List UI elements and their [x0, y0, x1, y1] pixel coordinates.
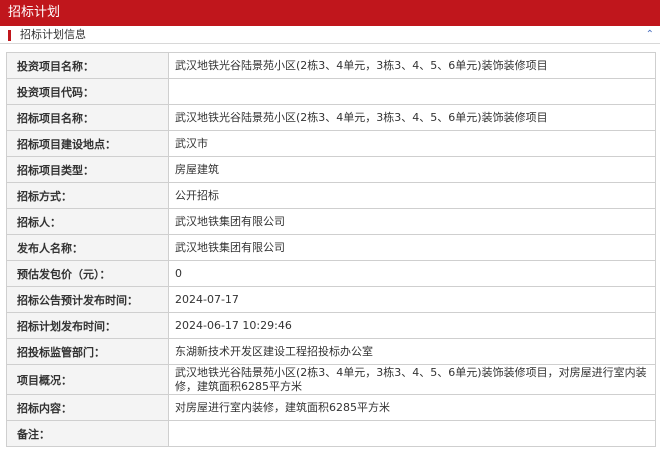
row-label: 招标计划发布时间： [6, 312, 169, 339]
table-row: 投资项目名称： 武汉地铁光谷陆景苑小区(2栋3、4单元，3栋3、4、5、6单元)装… [6, 52, 656, 79]
table-row: 招标方式： 公开招标 [6, 182, 656, 209]
table-row: 备注： [6, 420, 656, 447]
page-header: 招标计划 [0, 0, 660, 26]
table-row: 项目概况： 武汉地铁光谷陆景苑小区(2栋3、4单元，3栋3、4、5、6单元)装饰装… [6, 364, 656, 395]
row-value: 公开招标 [168, 182, 656, 209]
info-table-wrapper: 投资项目名称： 武汉地铁光谷陆景苑小区(2栋3、4单元，3栋3、4、5、6单元)装… [6, 52, 656, 447]
row-value: 2024-06-17 10:29:46 [168, 312, 656, 339]
row-label: 投资项目代码： [6, 78, 169, 105]
row-label: 招标人： [6, 208, 169, 235]
row-label: 招标项目建设地点： [6, 130, 169, 157]
row-label: 投资项目名称： [6, 52, 169, 79]
section-marker [8, 30, 11, 41]
row-label: 预估发包价（元）： [6, 260, 169, 287]
row-label: 招标项目名称： [6, 104, 169, 131]
section-header: 招标计划信息 ⌃ [0, 26, 660, 44]
row-value: 东湖新技术开发区建设工程招投标办公室 [168, 338, 656, 365]
row-value: 武汉地铁光谷陆景苑小区(2栋3、4单元，3栋3、4、5、6单元)装饰装修项目，对… [168, 364, 656, 395]
table-row: 招标公告预计发布时间： 2024-07-17 [6, 286, 656, 313]
row-label: 招标项目类型： [6, 156, 169, 183]
row-label: 招标内容： [6, 394, 169, 421]
row-value: 对房屋进行室内装修，建筑面积6285平方米 [168, 394, 656, 421]
section-title: 招标计划信息 [20, 28, 86, 41]
row-value: 2024-07-17 [168, 286, 656, 313]
info-table: 投资项目名称： 武汉地铁光谷陆景苑小区(2栋3、4单元，3栋3、4、5、6单元)装… [6, 52, 656, 447]
table-row: 招标项目类型： 房屋建筑 [6, 156, 656, 183]
row-value: 武汉地铁集团有限公司 [168, 234, 656, 261]
table-row: 招标计划发布时间： 2024-06-17 10:29:46 [6, 312, 656, 339]
row-label: 招标方式： [6, 182, 169, 209]
row-label: 招投标监管部门： [6, 338, 169, 365]
table-row: 招标项目建设地点： 武汉市 [6, 130, 656, 157]
row-value: 武汉地铁集团有限公司 [168, 208, 656, 235]
row-value [168, 420, 656, 447]
page-title: 招标计划 [8, 5, 61, 20]
table-row: 投资项目代码： [6, 78, 656, 105]
table-row: 招标人： 武汉地铁集团有限公司 [6, 208, 656, 235]
row-value [168, 78, 656, 105]
row-value: 武汉地铁光谷陆景苑小区(2栋3、4单元，3栋3、4、5、6单元)装饰装修项目 [168, 52, 656, 79]
table-row: 招标项目名称： 武汉地铁光谷陆景苑小区(2栋3、4单元，3栋3、4、5、6单元)装… [6, 104, 656, 131]
table-row: 招投标监管部门： 东湖新技术开发区建设工程招投标办公室 [6, 338, 656, 365]
table-row: 发布人名称： 武汉地铁集团有限公司 [6, 234, 656, 261]
row-value: 武汉市 [168, 130, 656, 157]
row-label: 招标公告预计发布时间： [6, 286, 169, 313]
row-value: 房屋建筑 [168, 156, 656, 183]
table-row: 招标内容： 对房屋进行室内装修，建筑面积6285平方米 [6, 394, 656, 421]
row-value: 武汉地铁光谷陆景苑小区(2栋3、4单元，3栋3、4、5、6单元)装饰装修项目 [168, 104, 656, 131]
row-label: 发布人名称： [6, 234, 169, 261]
table-row: 预估发包价（元）： 0 [6, 260, 656, 287]
row-label: 项目概况： [6, 364, 169, 395]
row-label: 备注： [6, 420, 169, 447]
chevron-up-icon[interactable]: ⌃ [646, 26, 654, 44]
row-value: 0 [168, 260, 656, 287]
